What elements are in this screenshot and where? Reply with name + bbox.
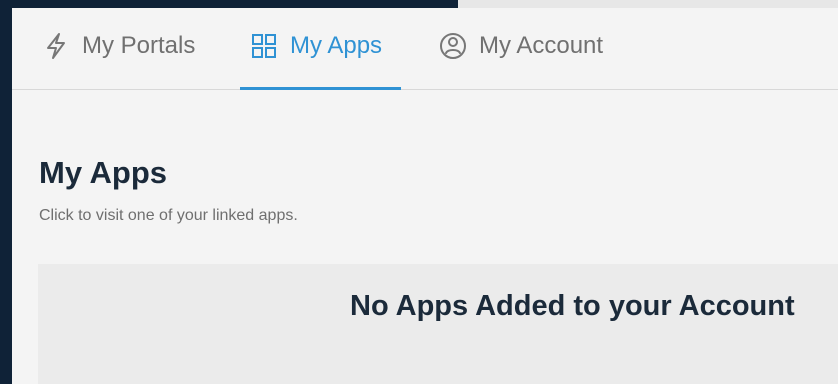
tab-my-account-label: My Account bbox=[479, 32, 604, 59]
page-title: My Apps bbox=[39, 155, 168, 190]
tab-my-portals[interactable]: My Portals bbox=[40, 30, 195, 90]
grid-icon bbox=[248, 30, 280, 62]
lightning-icon bbox=[40, 30, 72, 62]
tab-my-account[interactable]: My Account bbox=[437, 30, 603, 90]
page-subtitle: Click to visit one of your linked apps. bbox=[39, 207, 298, 224]
account-navigation-tabs: My Portals My Apps My Account bbox=[12, 8, 838, 90]
tab-my-apps-label: My Apps bbox=[290, 32, 383, 59]
tab-my-apps[interactable]: My Apps bbox=[248, 30, 382, 90]
tab-my-portals-label: My Portals bbox=[82, 32, 196, 59]
dark-background-edge bbox=[12, 0, 458, 8]
empty-apps-card: No Apps Added to your Account bbox=[38, 264, 838, 384]
app-window: My Portals My Apps My Account My Apps Cl… bbox=[12, 0, 838, 384]
my-apps-content: My Apps Click to visit one of your linke… bbox=[12, 90, 838, 384]
user-circle-icon bbox=[437, 30, 469, 62]
empty-apps-title: No Apps Added to your Account bbox=[350, 290, 795, 322]
